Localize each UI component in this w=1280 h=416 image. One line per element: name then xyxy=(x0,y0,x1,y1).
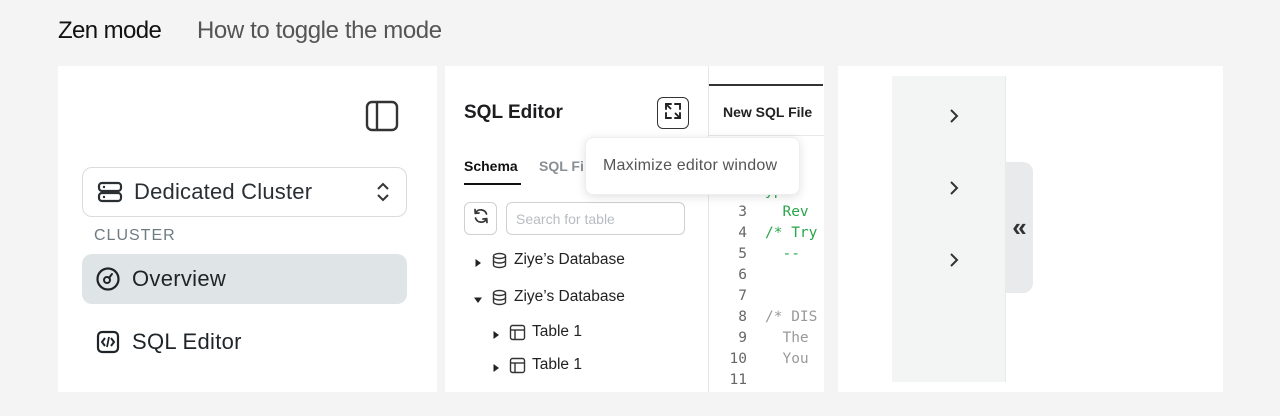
tree-item-label: Table 1 xyxy=(532,323,582,340)
tab-active-indicator xyxy=(464,183,521,185)
sql-editor-title: SQL Editor xyxy=(464,102,563,123)
database-icon xyxy=(491,289,508,306)
sql-editor-card: SQL Editor Schema SQL Fi Ziye’s Database… xyxy=(445,66,824,392)
caret-right-icon xyxy=(473,255,483,267)
code-editor[interactable]: New SQL File et yp 3 Rev 4/* Try 5 -- 6 … xyxy=(708,66,824,392)
editor-tab-indicator xyxy=(709,84,823,86)
sidebar-item-sql-editor[interactable]: SQL Editor xyxy=(82,317,407,367)
code-line: 9 The xyxy=(738,330,809,346)
refresh-icon xyxy=(472,207,490,230)
cluster-select[interactable]: Dedicated Cluster xyxy=(82,167,407,217)
editor-divider xyxy=(709,135,824,136)
database-icon xyxy=(491,252,508,269)
caret-down-icon xyxy=(473,292,483,303)
page-subtitle: How to toggle the mode xyxy=(197,17,442,44)
chevron-right-icon[interactable] xyxy=(946,178,962,198)
double-chevron-left-icon: « xyxy=(1012,212,1027,242)
tree-item-table[interactable]: Table 1 xyxy=(491,323,582,341)
chevron-right-icon[interactable] xyxy=(946,250,962,270)
sidebar-card: Dedicated Cluster CLUSTER Overview SQL E… xyxy=(58,66,437,392)
tab-sql-files[interactable]: SQL Fi xyxy=(539,158,584,174)
editor-tab-new-sql-file[interactable]: New SQL File xyxy=(723,104,812,120)
section-label-cluster: CLUSTER xyxy=(94,227,176,244)
maximize-tooltip: Maximize editor window xyxy=(585,137,800,195)
code-icon xyxy=(95,329,121,355)
caret-right-icon xyxy=(491,360,501,372)
tree-item-database[interactable]: Ziye’s Database xyxy=(473,251,625,269)
tree-item-database[interactable]: Ziye’s Database xyxy=(473,288,625,306)
expand-panel-button[interactable]: « xyxy=(1006,162,1033,293)
caret-right-icon xyxy=(491,327,501,339)
gauge-icon xyxy=(95,266,121,292)
code-line: 5 -- xyxy=(738,246,800,262)
chevron-up-down-icon xyxy=(374,180,392,204)
sidebar-item-overview[interactable]: Overview xyxy=(82,254,407,304)
tab-schema[interactable]: Schema xyxy=(464,158,518,174)
tree-item-label: Table 1 xyxy=(532,356,582,373)
maximize-button[interactable] xyxy=(657,97,689,129)
code-line: 10 You xyxy=(729,351,809,367)
server-icon xyxy=(97,181,123,203)
code-line: 8/* DIS xyxy=(738,309,818,325)
chevron-right-icon[interactable] xyxy=(946,106,962,126)
maximize-icon xyxy=(663,101,683,126)
table-search-input[interactable] xyxy=(506,202,685,235)
code-line: 4/* Try xyxy=(738,225,818,241)
refresh-button[interactable] xyxy=(464,202,497,235)
collapsed-card: « xyxy=(838,66,1223,392)
collapsed-sidebar xyxy=(892,76,1006,382)
page-title: Zen mode xyxy=(58,17,162,44)
code-line: 11 xyxy=(729,372,747,388)
tree-item-label: Ziye’s Database xyxy=(514,251,625,268)
code-line: 3 Rev xyxy=(738,204,809,220)
code-line: 7 xyxy=(738,288,747,304)
cluster-select-label: Dedicated Cluster xyxy=(134,179,313,204)
sidebar-item-label: Overview xyxy=(132,266,227,291)
table-icon xyxy=(509,324,526,341)
code-line: 6 xyxy=(738,267,747,283)
sidebar-toggle-icon[interactable] xyxy=(365,100,399,132)
sidebar-item-label: SQL Editor xyxy=(132,329,242,354)
tree-item-table[interactable]: Table 1 xyxy=(491,356,582,374)
tree-item-label: Ziye’s Database xyxy=(514,288,625,305)
table-icon xyxy=(509,357,526,374)
